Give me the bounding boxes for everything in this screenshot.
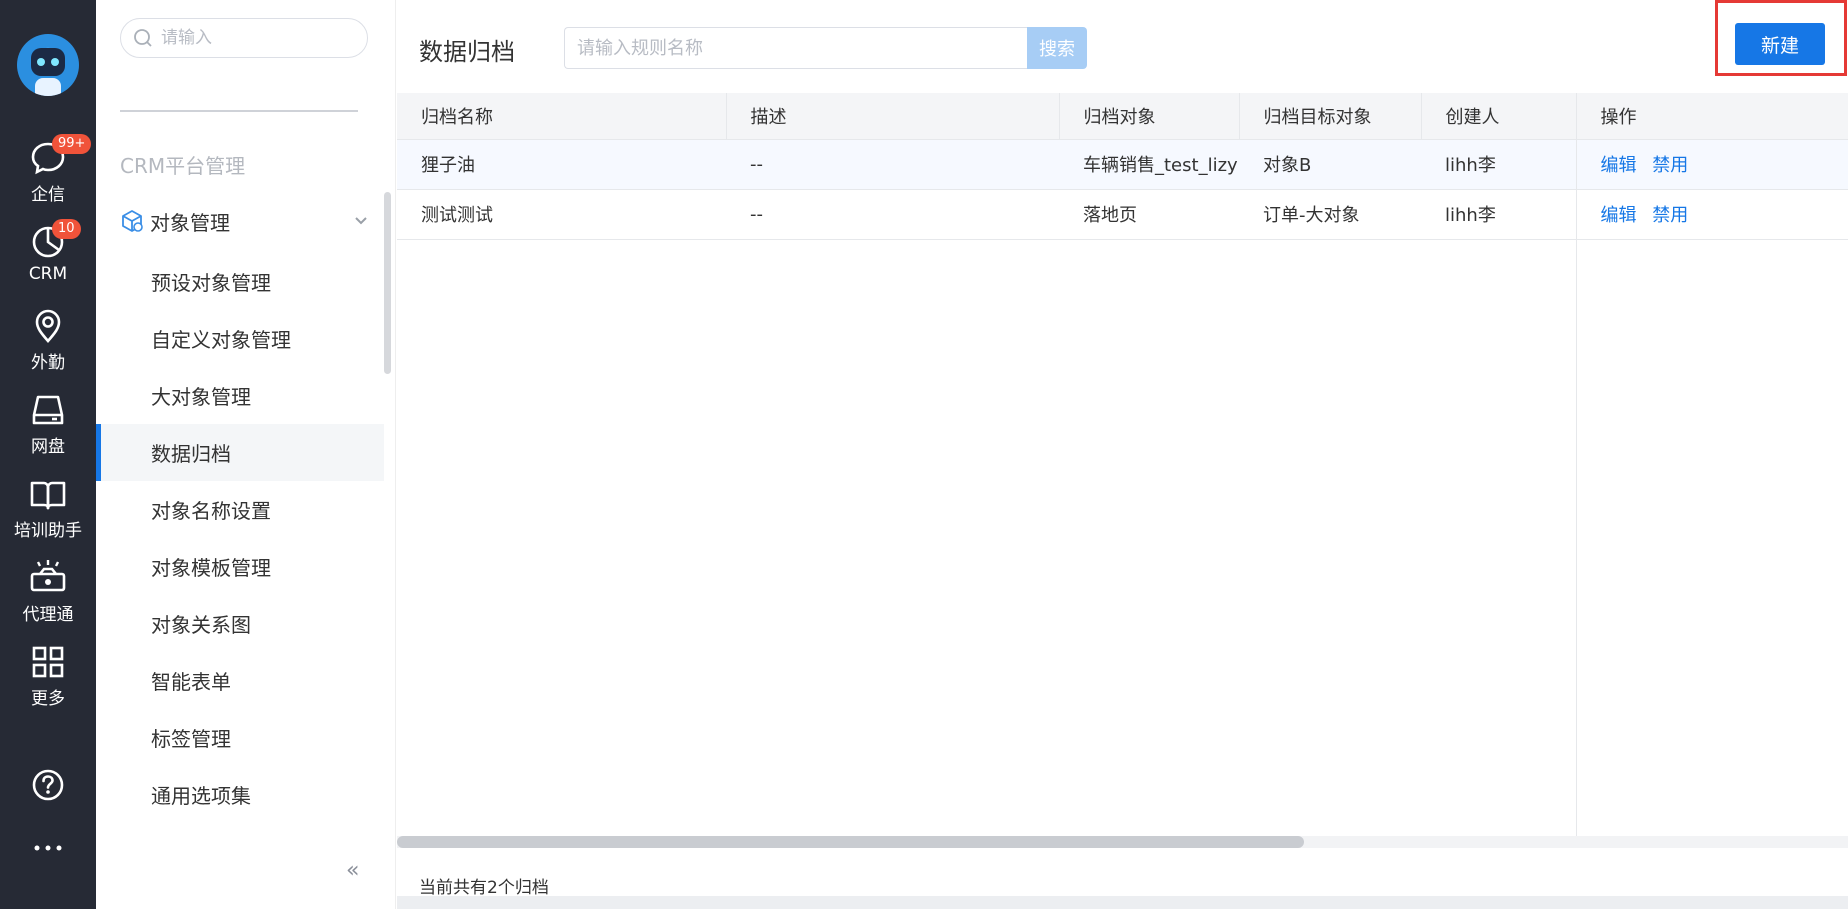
rail-item-label: 企信 (31, 185, 65, 205)
menu-item-preset-objects[interactable]: 预设对象管理 (96, 253, 384, 310)
menu-item-custom-objects[interactable]: 自定义对象管理 (96, 310, 384, 367)
main-content: 数据归档 搜索 新建 归档名称 描述 归档对象 归档目标对象 创建人 操作 狸子… (397, 0, 1848, 909)
menu-item-smart-forms[interactable]: 智能表单 (96, 652, 384, 709)
rule-search-input[interactable] (564, 27, 1027, 69)
search-icon (134, 29, 152, 47)
menu-parent-label: 对象管理 (150, 210, 230, 235)
table-row: 测试测试 -- 落地页 订单-大对象 lihh李 编辑 禁用 (397, 189, 1848, 240)
column-header: 归档目标对象 (1239, 93, 1422, 140)
object-cube-icon (122, 210, 143, 232)
menu-item-object-templates[interactable]: 对象模板管理 (96, 538, 384, 595)
rail-item-crm[interactable]: CRM (0, 222, 96, 302)
grid-four-icon (28, 642, 68, 682)
chevron-down-icon[interactable] (352, 211, 370, 229)
menu-item-big-objects[interactable]: 大对象管理 (96, 367, 384, 424)
rail-item-label: 更多 (31, 689, 65, 709)
rail-item-label: 外勤 (31, 353, 65, 373)
edit-link[interactable]: 编辑 (1601, 205, 1637, 226)
description-cell: -- (726, 189, 1059, 240)
menu-item-option-sets[interactable]: 通用选项集 (96, 766, 384, 823)
page-title: 数据归档 (419, 38, 515, 66)
search-button[interactable]: 搜索 (1027, 27, 1087, 69)
new-archive-button[interactable]: 新建 (1735, 23, 1825, 65)
operations-column-divider (1576, 237, 1577, 837)
menu-search-box[interactable] (120, 18, 368, 58)
menu-parent-object-management[interactable]: 对象管理 (120, 205, 370, 237)
avatar[interactable] (17, 34, 79, 96)
collapse-menu-button[interactable]: « (346, 858, 359, 883)
archive-name-cell: 狸子油 (397, 139, 726, 190)
target-object-cell: 订单-大对象 (1239, 189, 1421, 240)
menu-search-input[interactable] (161, 28, 341, 48)
disable-link[interactable]: 禁用 (1652, 155, 1688, 176)
menu-item-object-name-settings[interactable]: 对象名称设置 (96, 481, 384, 538)
rule-search-group: 搜索 (564, 27, 1087, 69)
open-book-icon (28, 474, 68, 514)
archive-object-cell: 落地页 (1059, 189, 1239, 240)
agent-handshake-icon (28, 558, 68, 598)
side-menu: CRM平台管理 对象管理 预设对象管理 自定义对象管理 大对象管理 数据归档 对… (96, 0, 396, 909)
disable-link[interactable]: 禁用 (1652, 205, 1688, 226)
rail-item-label: 网盘 (31, 437, 65, 457)
menu-group-title: CRM平台管理 (120, 154, 246, 178)
ellipsis-icon (34, 845, 62, 851)
menu-scrollbar[interactable] (384, 192, 391, 374)
footer-bar (397, 896, 1848, 909)
robot-face-icon (31, 48, 65, 76)
app-rail: 企信 99+ CRM 10 外勤 网盘 培训助手 代理通 更多 (0, 0, 96, 909)
menu-item-tag-management[interactable]: 标签管理 (96, 709, 384, 766)
creator-cell: lihh李 (1421, 189, 1576, 240)
unread-badge: 99+ (52, 134, 92, 154)
column-header: 操作 (1576, 93, 1848, 140)
archive-table: 归档名称 描述 归档对象 归档目标对象 创建人 操作 狸子油 -- 车辆销售_t… (397, 93, 1848, 240)
rail-item-agent[interactable]: 代理通 (0, 558, 96, 638)
help-circle-icon (32, 769, 64, 801)
rail-item-training[interactable]: 培训助手 (0, 474, 96, 554)
archive-object-cell: 车辆销售_test_lizy (1059, 139, 1239, 190)
unread-badge: 10 (52, 219, 81, 239)
more-options-button[interactable] (0, 842, 96, 854)
menu-list: 预设对象管理 自定义对象管理 大对象管理 数据归档 对象名称设置 对象模板管理 … (96, 253, 384, 823)
rail-item-label: CRM (28, 264, 68, 284)
creator-cell: lihh李 (1421, 139, 1576, 190)
menu-item-data-archive[interactable]: 数据归档 (96, 424, 384, 481)
table-header-row: 归档名称 描述 归档对象 归档目标对象 创建人 操作 (397, 93, 1848, 140)
operations-cell: 编辑 禁用 (1575, 139, 1848, 190)
rail-item-wangpan[interactable]: 网盘 (0, 390, 96, 470)
edit-link[interactable]: 编辑 (1601, 155, 1637, 176)
horizontal-scrollbar[interactable] (397, 836, 1304, 848)
column-header: 归档名称 (397, 93, 727, 140)
menu-divider (120, 110, 358, 112)
archive-count: 当前共有2个归档 (419, 878, 549, 898)
column-header: 创建人 (1421, 93, 1577, 140)
menu-item-object-relation-graph[interactable]: 对象关系图 (96, 595, 384, 652)
column-header: 归档对象 (1059, 93, 1240, 140)
column-header: 描述 (726, 93, 1060, 140)
rail-item-more[interactable]: 更多 (0, 642, 96, 722)
location-pin-icon (28, 306, 68, 346)
disk-drive-icon (28, 390, 68, 430)
operations-cell: 编辑 禁用 (1575, 189, 1848, 240)
rail-item-waiqin[interactable]: 外勤 (0, 306, 96, 386)
target-object-cell: 对象B (1239, 139, 1421, 190)
table-row: 狸子油 -- 车辆销售_test_lizy 对象B lihh李 编辑 禁用 (397, 139, 1848, 190)
help-button[interactable] (0, 768, 96, 802)
rail-item-label: 培训助手 (14, 521, 82, 541)
archive-name-cell: 测试测试 (397, 189, 726, 240)
description-cell: -- (726, 139, 1059, 190)
rail-item-label: 代理通 (22, 605, 74, 625)
